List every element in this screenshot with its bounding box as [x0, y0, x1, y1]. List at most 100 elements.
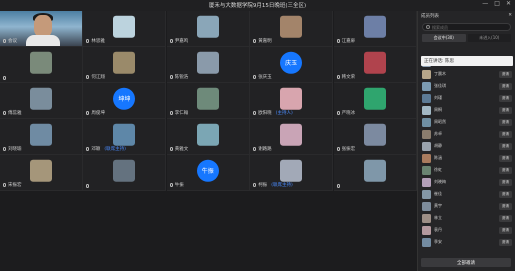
invite-button[interactable]: 邀请	[499, 238, 512, 246]
participant-tile[interactable]: 谢路路	[250, 119, 334, 155]
participant-name: 尹嘉鸣	[174, 39, 189, 44]
member-avatar	[422, 129, 431, 139]
invite-button[interactable]: 邀请	[499, 106, 512, 114]
participant-tile[interactable]: 陈锐浩	[166, 47, 250, 83]
invite-button[interactable]: 邀请	[499, 130, 512, 138]
window-controls: — □ ✕	[482, 0, 511, 7]
mic-muted-icon	[253, 183, 257, 187]
invite-button[interactable]: 邀请	[499, 190, 512, 198]
member-avatar	[422, 189, 431, 199]
participant-label: 陈锐浩	[169, 74, 193, 80]
mic-muted-icon	[3, 39, 6, 43]
member-row[interactable]: 周昭然 邀请	[418, 116, 515, 128]
minimize-icon[interactable]: —	[482, 0, 488, 7]
tab-in-meeting[interactable]: 会议中(30)	[422, 34, 466, 42]
participant-tile[interactable]: 黄嘉明	[250, 11, 334, 47]
mic-muted-icon	[86, 39, 90, 43]
participant-tile[interactable]: 张振宏	[333, 119, 417, 155]
video-face	[34, 15, 52, 37]
member-avatar	[422, 117, 431, 127]
member-name: 林立	[434, 215, 442, 220]
participant-tile[interactable]: 黄雅文	[166, 119, 250, 155]
participant-thumbnail	[113, 15, 136, 38]
participant-tile[interactable]: 柯振 (联席主持)	[250, 155, 334, 191]
participant-thumbnail	[280, 159, 303, 182]
participant-name: 张庆玉	[258, 75, 272, 80]
participant-tile[interactable]: 傅蕊雅	[0, 83, 83, 119]
participant-name: 韩文荣	[341, 75, 356, 80]
tab-not-joined[interactable]: 未进入(10)	[467, 34, 511, 42]
participant-label: 周俊坤	[86, 110, 109, 116]
participant-tile[interactable]: 坤坤 周俊坤	[83, 83, 167, 119]
participant-label: 邓颖 (联席主持)	[86, 146, 126, 152]
invite-button[interactable]: 邀请	[499, 214, 512, 222]
member-row[interactable]: 季安 邀请	[418, 236, 515, 248]
participant-label: 严晓冰	[336, 110, 360, 116]
invite-button[interactable]: 邀请	[499, 154, 512, 162]
mic-muted-icon	[3, 76, 6, 80]
participant-tile[interactable]: 庆玉 张庆玉	[250, 47, 334, 83]
invite-button[interactable]: 邀请	[499, 118, 512, 126]
member-avatar	[422, 81, 431, 91]
close-icon[interactable]: ✕	[506, 0, 511, 7]
participant-label: 谢路路	[253, 146, 276, 152]
participant-tile[interactable]: 严晓冰	[333, 83, 417, 119]
invite-button[interactable]: 邀请	[499, 94, 512, 102]
invite-button[interactable]: 邀请	[499, 202, 512, 210]
member-row[interactable]: 刘瑾 邀请	[418, 92, 515, 104]
invite-button[interactable]: 邀请	[499, 178, 512, 186]
participant-thumbnail	[196, 87, 219, 110]
participant-tile[interactable]	[83, 155, 167, 191]
member-row[interactable]: 林立 邀请	[418, 212, 515, 224]
participant-thumbnail	[363, 51, 386, 74]
member-row[interactable]: 徐虹 邀请	[418, 164, 515, 176]
participant-tile[interactable]: 宋振宏	[0, 155, 83, 191]
participant-name: 黄雅文	[174, 147, 189, 152]
participant-tile[interactable]	[333, 155, 417, 191]
invite-button[interactable]: 邀请	[499, 82, 512, 90]
panel-close-icon[interactable]: ✕	[508, 13, 512, 18]
participant-tile[interactable]	[0, 47, 83, 83]
member-name: 胡静	[434, 143, 442, 148]
member-name: 周桐	[434, 107, 442, 112]
member-row[interactable]: 崔佳 邀请	[418, 188, 515, 200]
invite-button[interactable]: 邀请	[499, 226, 512, 234]
member-row[interactable]: 周桐 邀请	[418, 104, 515, 116]
invite-button[interactable]: 邀请	[499, 166, 512, 174]
participant-name: 陈锐浩	[174, 75, 189, 80]
participant-tile[interactable]: 江嘉扉	[333, 11, 417, 47]
participant-tile[interactable]: 会议	[0, 11, 83, 47]
participant-name: 牛振	[174, 183, 184, 188]
participant-tile[interactable]: 韩文荣	[333, 47, 417, 83]
participant-tile[interactable]: 邓颖 (联席主持)	[83, 119, 167, 155]
participant-label: 何江翔	[86, 74, 109, 80]
participant-tile[interactable]: 尹嘉鸣	[166, 11, 250, 47]
invite-all-button[interactable]: 全部邀请	[421, 258, 511, 267]
mic-muted-icon	[3, 147, 6, 151]
participant-tile[interactable]: 李仁翰	[166, 83, 250, 119]
mic-muted-icon	[336, 75, 340, 79]
participant-name: 邓颖	[91, 147, 101, 152]
invite-button[interactable]: 邀请	[499, 142, 512, 150]
participant-tile[interactable]: 欧阳晓 (主持人)	[250, 83, 334, 119]
invite-button[interactable]: 邀请	[499, 70, 512, 78]
participant-thumbnail	[113, 123, 136, 146]
participant-tile[interactable]: 牛振 牛振	[166, 155, 250, 191]
member-row[interactable]: 黄宇 邀请	[418, 200, 515, 212]
member-row[interactable]: 刘晓梅 邀请	[418, 176, 515, 188]
search-input[interactable]	[432, 24, 502, 30]
participant-tile[interactable]: 何江翔	[83, 47, 167, 83]
member-row[interactable]: 胡静 邀请	[418, 140, 515, 152]
member-avatar	[422, 177, 431, 187]
member-row[interactable]: 张佳琪 邀请	[418, 80, 515, 92]
mic-muted-icon	[86, 147, 90, 151]
participant-tile[interactable]: 林思雅	[83, 11, 167, 47]
member-avatar	[422, 225, 431, 235]
participant-name: 江嘉扉	[341, 39, 356, 44]
member-row[interactable]: 袁丹 邀请	[418, 224, 515, 236]
member-row[interactable]: 丁晨木 邀请	[418, 68, 515, 80]
member-row[interactable]: 苏卓 邀请	[418, 128, 515, 140]
member-row[interactable]: 陈涵 邀请	[418, 152, 515, 164]
participant-tile[interactable]: 刘晓瑜	[0, 119, 83, 155]
maximize-icon[interactable]: □	[494, 0, 500, 7]
